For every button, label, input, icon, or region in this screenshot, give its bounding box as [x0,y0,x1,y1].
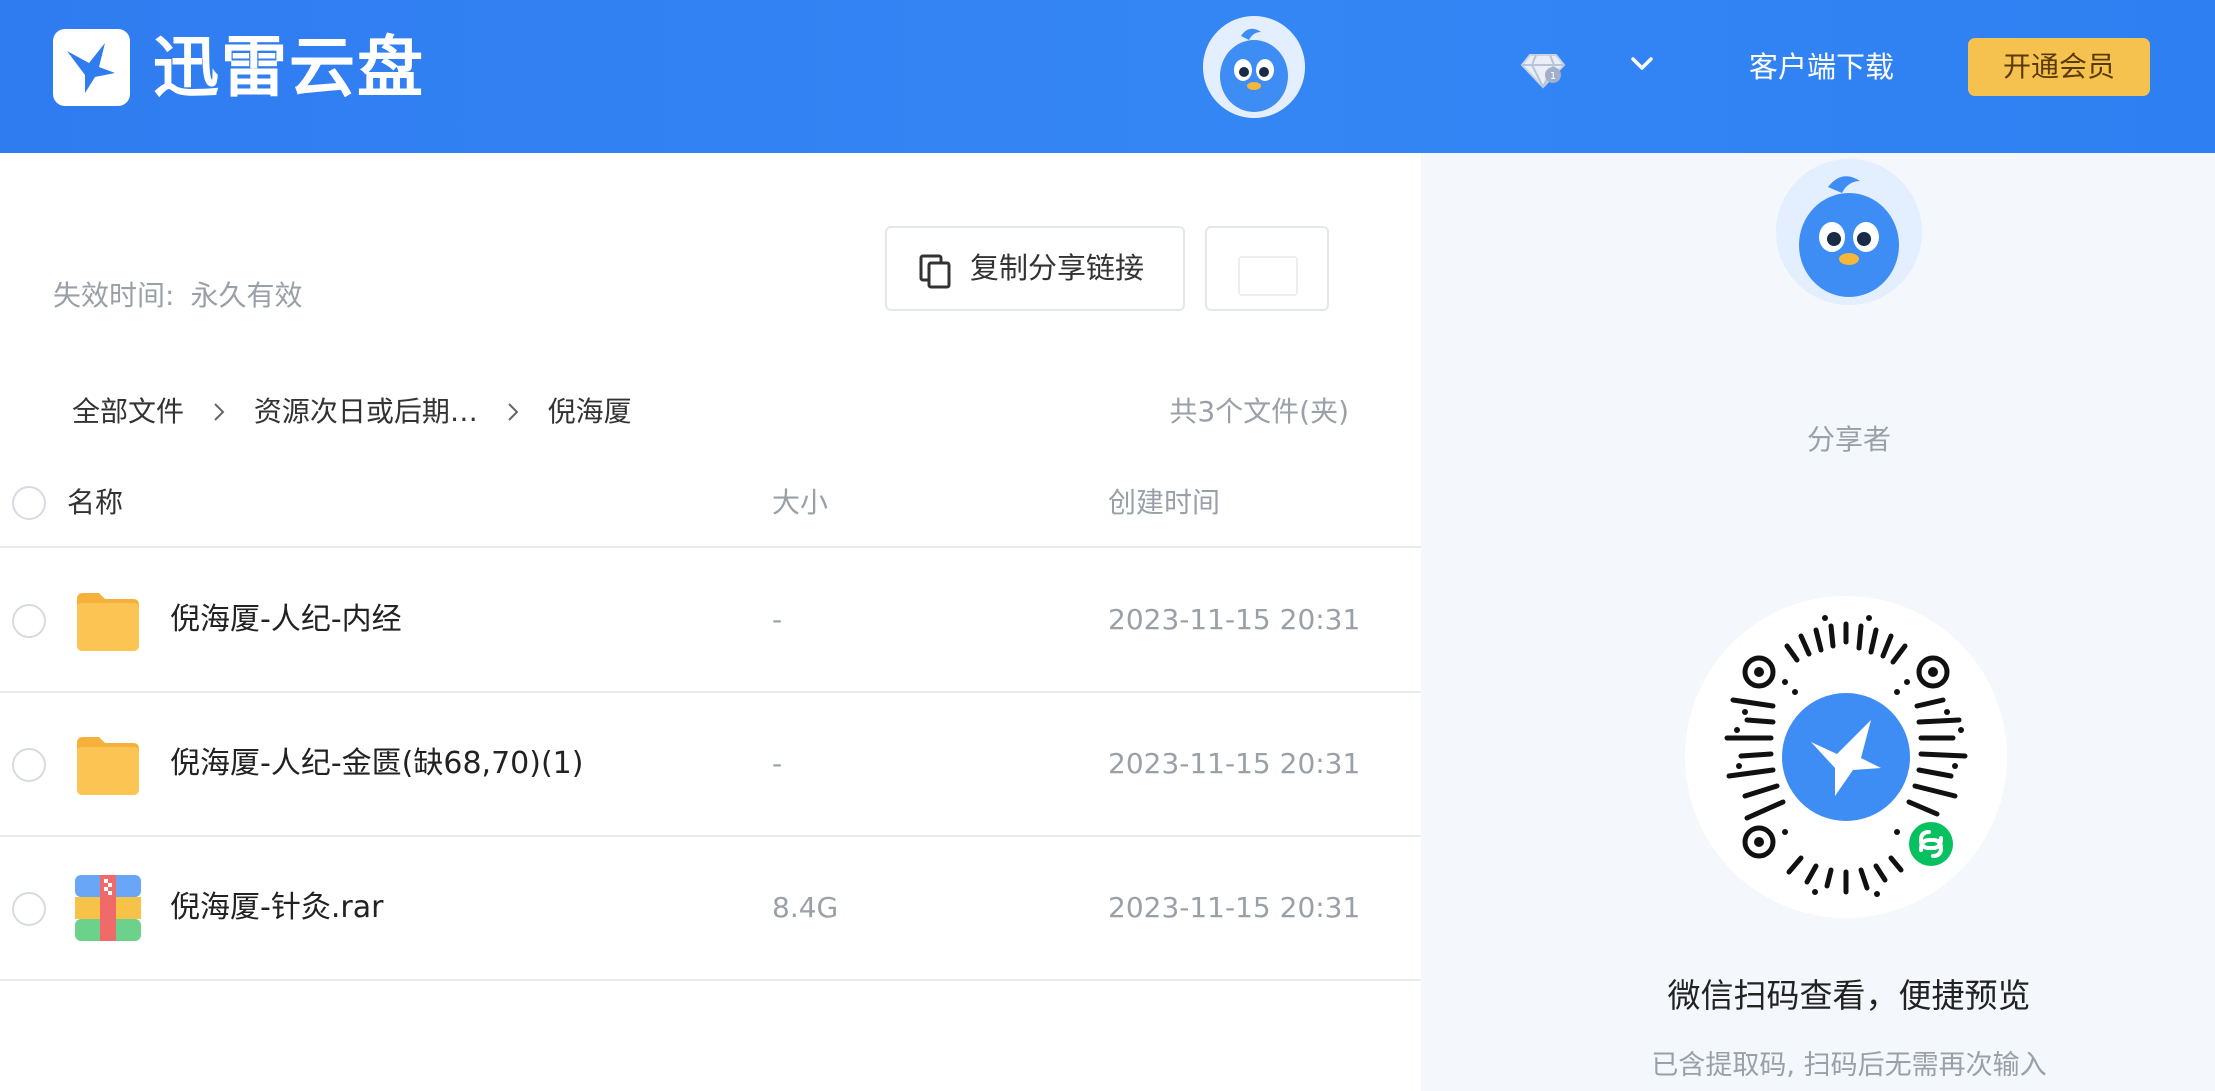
folder-icon [73,585,143,655]
file-name[interactable]: 倪海厦-针灸.rar [170,885,383,931]
breadcrumb-item-all-files[interactable]: 全部文件 [72,390,184,434]
file-name[interactable]: 倪海厦-人纪-内经 [170,597,402,643]
expire-label: 失效时间: [53,279,175,312]
table-header: 名称 大小 创建时间 [0,475,1421,548]
archive-icon [73,873,143,943]
logo-text[interactable]: 迅雷云盘 [153,28,425,108]
copy-share-link-label: 复制分享链接 [970,251,1145,285]
select-all-checkbox[interactable] [12,486,46,520]
file-created-time: 2023-11-15 20:31 [1108,747,1361,780]
column-header-size[interactable]: 大小 [772,475,828,531]
open-vip-button[interactable]: 开通会员 [1968,38,2150,96]
avatar-bird-icon[interactable] [1203,16,1305,118]
top-header: 迅雷云盘 1 客户端下载 开通会员 [0,0,2215,153]
chevron-down-icon[interactable] [1626,48,1658,80]
file-created-time: 2023-11-15 20:31 [1108,603,1361,636]
sharer-label: 分享者 [1806,423,1891,456]
breadcrumb-item-resource[interactable]: 资源次日或后期… [254,390,478,434]
folder-icon [73,729,143,799]
breadcrumb-item-current[interactable]: 倪海厦 [548,390,632,434]
file-size: 8.4G [772,891,839,924]
file-size: - [772,747,783,780]
table-row[interactable]: 倪海厦-针灸.rar 8.4G 2023-11-15 20:31 [0,837,1421,981]
copy-share-link-button[interactable]: 复制分享链接 [885,226,1185,311]
chevron-right-icon [487,390,539,434]
table-row[interactable]: 倪海厦-人纪-金匮(缺68,70)(1) - 2023-11-15 20:31 [0,693,1421,837]
row-checkbox[interactable] [12,892,46,926]
row-checkbox[interactable] [12,604,46,638]
sharer-sidebar: 分享者 微信扫码查看，便捷预览 已含提取码, 扫码后无需再次输入 [1421,153,2215,1091]
qr-subtitle: 已含提取码, 扫码后无需再次输入 [1651,1050,2047,1081]
copy-icon [918,253,952,289]
file-created-time: 2023-11-15 20:31 [1108,891,1361,924]
chevron-right-icon [193,390,245,434]
client-download-link[interactable]: 客户端下载 [1749,44,1894,90]
sharer-avatar-icon [1776,159,1922,305]
qr-title: 微信扫码查看，便捷预览 [1667,976,2031,1015]
table-row[interactable]: 倪海厦-人纪-内经 - 2023-11-15 20:31 [0,549,1421,693]
expire-value: 永久有效 [190,279,303,312]
file-count: 共3个文件(夹) [1169,395,1349,428]
breadcrumb: 全部文件 资源次日或后期… 倪海厦 [72,390,632,434]
svg-text:1: 1 [1550,71,1556,82]
row-checkbox[interactable] [12,748,46,782]
logo-bird-icon[interactable] [53,29,130,106]
file-name[interactable]: 倪海厦-人纪-金匮(缺68,70)(1) [170,741,583,787]
wechat-qr-code[interactable] [1685,596,2007,918]
diamond-icon[interactable]: 1 [1520,45,1566,91]
expire-info: 失效时间: 永久有效 [53,276,302,316]
column-header-name[interactable]: 名称 [67,475,123,531]
column-header-time[interactable]: 创建时间 [1108,475,1220,531]
more-actions-placeholder [1238,256,1298,296]
more-actions-button[interactable] [1205,226,1329,311]
file-size: - [772,603,783,636]
